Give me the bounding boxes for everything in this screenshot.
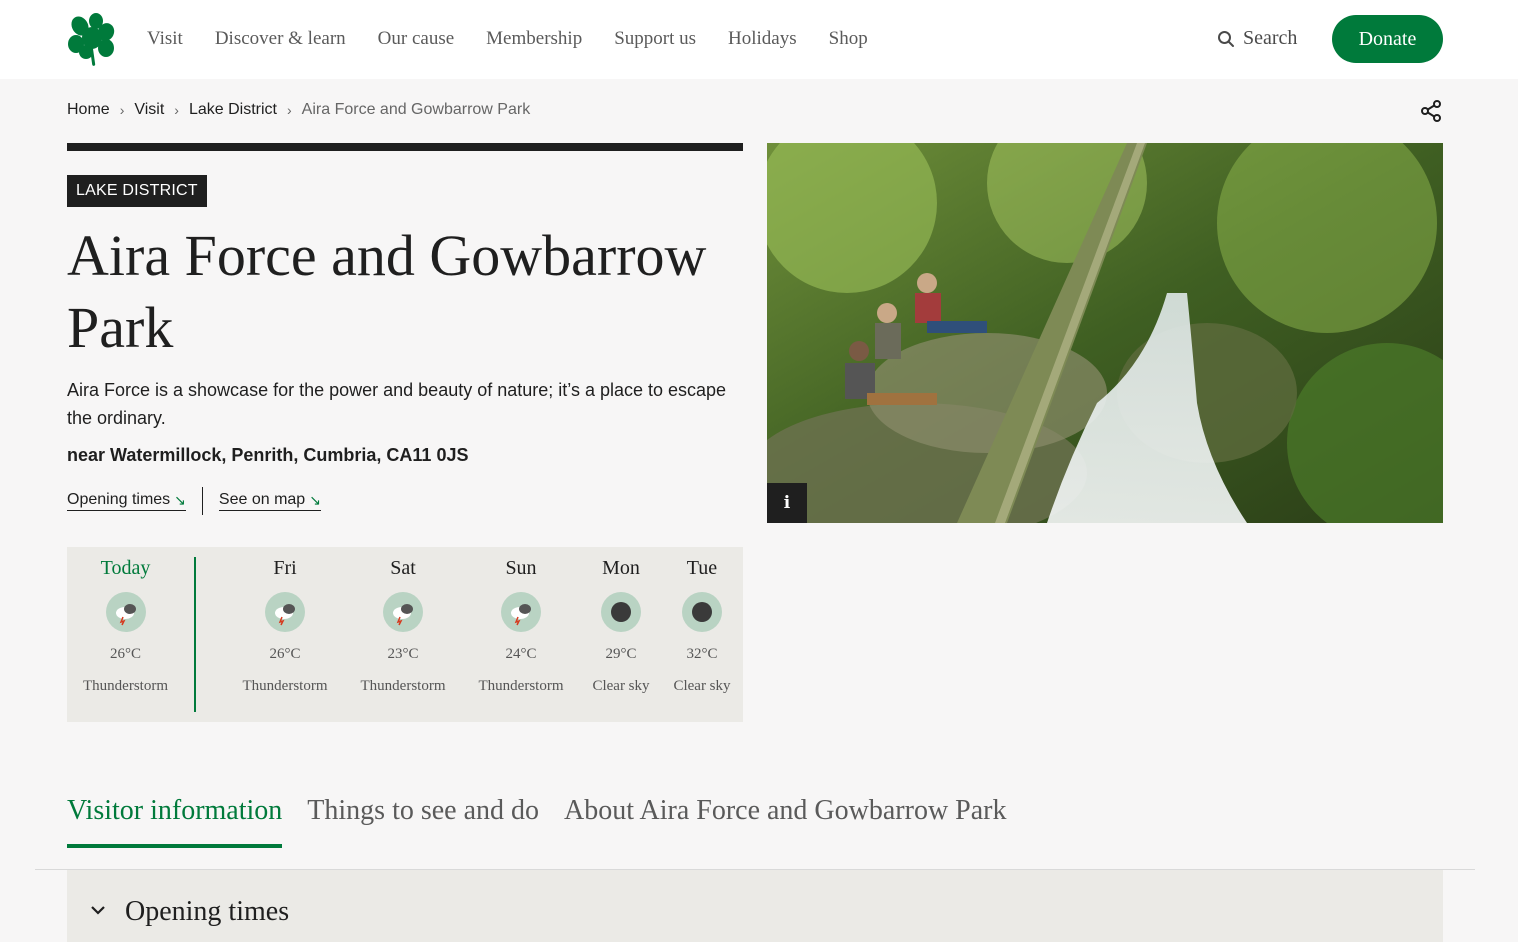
place-description: Aira Force is a showcase for the power a… <box>67 380 727 428</box>
nav-item-support-us[interactable]: Support us <box>614 27 696 51</box>
weather-condition: Thunderstorm <box>478 678 564 694</box>
weather-temp: 29°C <box>605 646 637 662</box>
weather-temp: 32°C <box>686 646 718 662</box>
hero-image <box>767 143 1443 523</box>
chevron-down-icon <box>91 906 105 915</box>
weather-day-sun: Sun 24°C Thunderstorm <box>471 547 571 695</box>
weather-day-label: Fri <box>273 557 297 579</box>
weather-temp: 26°C <box>109 646 141 662</box>
see-on-map-link[interactable]: See on map ↘ <box>218 491 321 511</box>
weather-forecast: Today 26°C Thunderstorm Fri 26°C Thunder… <box>67 547 743 722</box>
weather-day-label: Sun <box>505 557 537 579</box>
chevron-right-icon: › <box>174 102 179 118</box>
weather-condition: Thunderstorm <box>242 678 328 694</box>
accordion-title: Opening times <box>125 896 290 927</box>
arrow-down-right-icon: ↘ <box>174 491 186 508</box>
weather-day-fri: Fri 26°C Thunderstorm <box>235 547 335 695</box>
nav-item-discover-learn[interactable]: Discover & learn <box>215 27 346 51</box>
today-divider <box>194 557 196 712</box>
tab-things-to-see-and-do[interactable]: Things to see and do <box>307 795 539 848</box>
weather-day-sat: Sat 23°C Thunderstorm <box>353 547 453 695</box>
chevron-right-icon: › <box>119 102 125 118</box>
search-label: Search <box>1243 27 1298 49</box>
weather-day-today: Today 26°C Thunderstorm <box>67 547 184 695</box>
clear-sky-icon <box>601 592 641 632</box>
weather-day-label: Mon <box>602 557 640 579</box>
weather-day-label: Sat <box>390 557 416 579</box>
chevron-right-icon: › <box>287 102 292 118</box>
weather-day-mon: Mon 29°C Clear sky <box>581 547 661 695</box>
arrow-down-right-icon: ↘ <box>309 491 321 508</box>
link-divider <box>201 487 203 515</box>
oak-leaf-logo-icon[interactable] <box>66 12 118 66</box>
nav-item-holidays[interactable]: Holidays <box>728 27 797 51</box>
thunderstorm-icon <box>105 592 146 632</box>
opening-times-accordion[interactable]: Opening times <box>67 870 1443 942</box>
weather-condition: Clear sky <box>673 678 731 694</box>
quick-links: Opening times ↘ See on map ↘ <box>67 487 321 515</box>
site-header: Visit Discover & learn Our cause Members… <box>0 0 1518 79</box>
weather-day-label: Tue <box>686 557 718 579</box>
share-icon[interactable] <box>1419 99 1443 123</box>
image-info-button[interactable]: i <box>767 483 807 523</box>
clear-sky-icon <box>682 592 722 632</box>
place-address: near Watermillock, Penrith, Cumbria, CA1… <box>67 445 469 465</box>
thunderstorm-icon <box>265 592 305 632</box>
breadcrumb-home[interactable]: Home <box>67 101 110 119</box>
weather-temp: 26°C <box>269 646 301 662</box>
breadcrumb-lake-district[interactable]: Lake District <box>189 101 277 119</box>
breadcrumb-visit[interactable]: Visit <box>134 101 164 119</box>
weather-condition: Thunderstorm <box>83 678 168 694</box>
search-icon <box>1218 30 1234 47</box>
donate-button[interactable]: Donate <box>1332 15 1443 63</box>
weather-temp: 23°C <box>387 646 419 662</box>
weather-day-label: Today <box>100 557 151 579</box>
weather-condition: Thunderstorm <box>360 678 446 694</box>
nav-item-our-cause[interactable]: Our cause <box>378 27 455 51</box>
nav-item-visit[interactable]: Visit <box>147 27 183 51</box>
breadcrumb-current: Aira Force and Gowbarrow Park <box>301 101 531 118</box>
thunderstorm-icon <box>501 592 541 632</box>
weather-condition: Clear sky <box>592 678 650 694</box>
title-rule <box>67 143 743 151</box>
breadcrumb: Home › Visit › Lake District › Aira Forc… <box>67 101 530 119</box>
main-nav: Visit Discover & learn Our cause Members… <box>147 27 900 51</box>
search-button[interactable]: Search <box>1217 27 1297 50</box>
weather-day-tue: Tue 32°C Clear sky <box>663 547 741 695</box>
tab-about[interactable]: About Aira Force and Gowbarrow Park <box>564 795 1006 848</box>
opening-times-link[interactable]: Opening times ↘ <box>67 491 186 511</box>
nav-item-membership[interactable]: Membership <box>486 27 582 51</box>
see-on-map-link-label: See on map <box>218 491 306 508</box>
weather-temp: 24°C <box>505 646 537 662</box>
thunderstorm-icon <box>383 592 423 632</box>
region-tag: LAKE DISTRICT <box>67 175 207 207</box>
tab-visitor-information[interactable]: Visitor information <box>67 795 283 848</box>
page-title: Aira Force and Gowbarrow Park <box>67 223 707 360</box>
nav-item-shop[interactable]: Shop <box>829 27 868 51</box>
content-tabs: Visitor information Things to see and do… <box>67 795 1032 848</box>
opening-times-link-label: Opening times <box>67 491 171 508</box>
